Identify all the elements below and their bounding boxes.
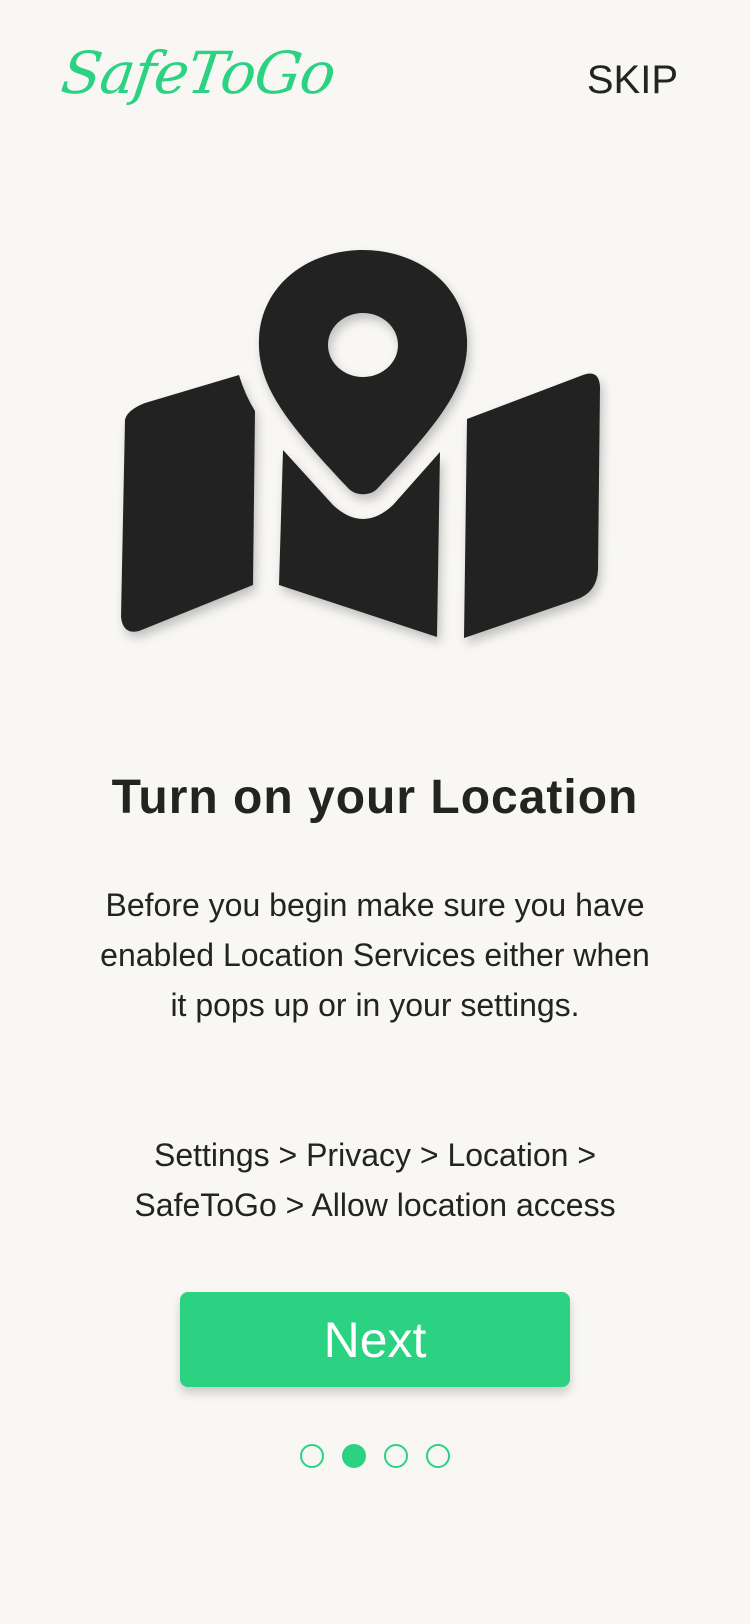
- map-pin-icon: [121, 250, 600, 638]
- page-title: Turn on your Location: [111, 771, 639, 824]
- next-button[interactable]: Next: [180, 1292, 570, 1387]
- description-text: Before you begin make sure you have enab…: [100, 887, 650, 1023]
- page-dot-4[interactable]: [426, 1444, 450, 1468]
- settings-path-line-2: SafeToGo > Allow location access: [134, 1187, 616, 1223]
- pagination-dots: [0, 1444, 750, 1468]
- page-dot-1[interactable]: [300, 1444, 324, 1468]
- skip-button[interactable]: SKIP: [587, 60, 678, 100]
- logo: SafeToGo: [57, 39, 340, 107]
- page-dot-2-active[interactable]: [342, 1444, 366, 1468]
- settings-path-line-1: Settings > Privacy > Location >: [153, 1137, 597, 1173]
- settings-path-text: Settings > Privacy > Location > SafeToGo…: [60, 1130, 690, 1230]
- page-dot-3[interactable]: [384, 1444, 408, 1468]
